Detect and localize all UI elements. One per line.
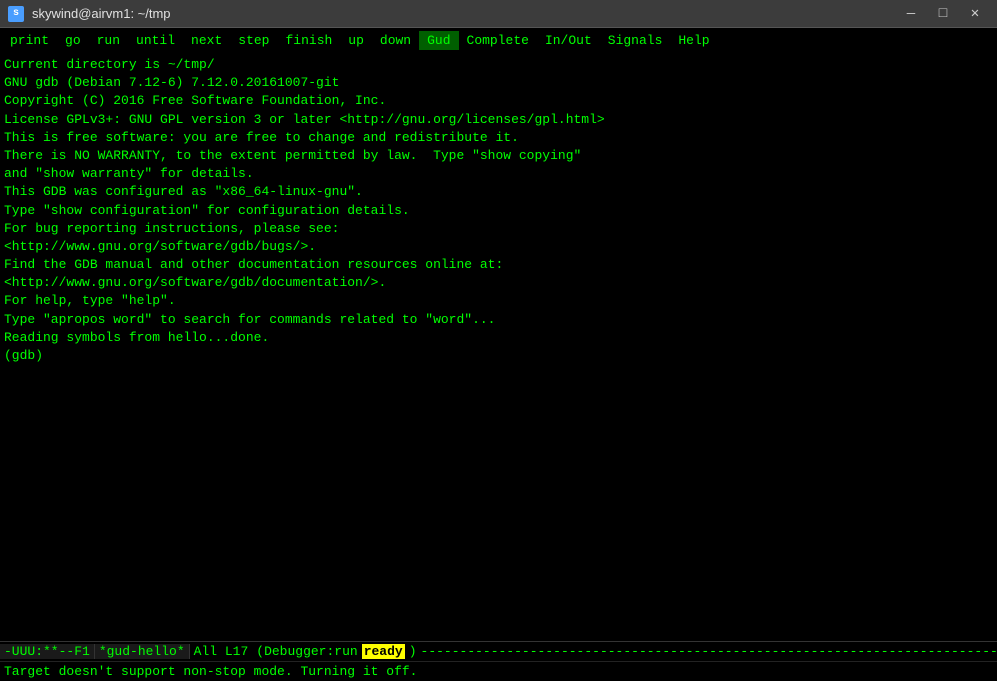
menu-item-step[interactable]: step [230,31,277,50]
menu-item-until[interactable]: until [128,31,183,50]
menubar: printgorununtilnextstepfinishupdownGudCo… [0,28,997,52]
app-icon-letter: s [13,8,19,19]
status-debugger-prefix: (Debugger:run [252,644,361,659]
menu-item-next[interactable]: next [183,31,230,50]
menu-item-down[interactable]: down [372,31,419,50]
menu-item-up[interactable]: up [340,31,372,50]
status-ready-badge: ready [362,644,405,659]
terminal-line: This GDB was configured as "x86_64-linux… [4,183,993,201]
terminal-line: Reading symbols from hello...done. [4,329,993,347]
terminal-line: For bug reporting instructions, please s… [4,220,993,238]
terminal-line: Copyright (C) 2016 Free Software Foundat… [4,92,993,110]
menu-item-run[interactable]: run [89,31,128,50]
terminal-line: This is free software: you are free to c… [4,129,993,147]
close-button[interactable]: ✕ [961,4,989,24]
bottom-message-text: Target doesn't support non-stop mode. Tu… [4,664,417,679]
terminal-line: Type "apropos word" to search for comman… [4,311,993,329]
terminal-line: License GPLv3+: GNU GPL version 3 or lat… [4,111,993,129]
terminal-line: <http://www.gnu.org/software/gdb/bugs/>. [4,238,993,256]
menu-item-finish[interactable]: finish [277,31,340,50]
app-icon: s [8,6,24,22]
window-controls: — □ ✕ [897,4,989,24]
status-dashes: ----------------------------------------… [421,644,997,659]
terminal-line: There is NO WARRANTY, to the extent perm… [4,147,993,165]
terminal-line: Find the GDB manual and other documentat… [4,256,993,274]
terminal-line: <http://www.gnu.org/software/gdb/documen… [4,274,993,292]
menu-item-go[interactable]: go [57,31,89,50]
status-mode: -UUU:**--F1 [0,644,95,659]
terminal-output[interactable]: Current directory is ~/tmp/GNU gdb (Debi… [0,52,997,641]
terminal-line: Current directory is ~/tmp/ [4,56,993,74]
bottom-message: Target doesn't support non-stop mode. Tu… [0,661,997,681]
menu-item-gud[interactable]: Gud [419,31,458,50]
terminal-line: Type "show configuration" for configurat… [4,202,993,220]
menu-item-complete[interactable]: Complete [459,31,537,50]
menu-item-print[interactable]: print [2,31,57,50]
maximize-button[interactable]: □ [929,4,957,24]
status-filename: *gud-hello* [95,644,190,659]
window-title: skywind@airvm1: ~/tmp [32,6,897,21]
titlebar: s skywind@airvm1: ~/tmp — □ ✕ [0,0,997,28]
terminal-line: GNU gdb (Debian 7.12-6) 7.12.0.20161007-… [4,74,993,92]
terminal-prompt: (gdb) [4,347,993,365]
statusbar: -UUU:**--F1 *gud-hello* All L17 (Debugge… [0,641,997,661]
status-position: All L17 [190,644,253,659]
menu-item-in/out[interactable]: In/Out [537,31,600,50]
terminal-line: For help, type "help". [4,292,993,310]
menu-item-help[interactable]: Help [670,31,717,50]
minimize-button[interactable]: — [897,4,925,24]
menu-item-signals[interactable]: Signals [600,31,671,50]
status-close-paren: ) [405,644,421,659]
terminal-line: and "show warranty" for details. [4,165,993,183]
